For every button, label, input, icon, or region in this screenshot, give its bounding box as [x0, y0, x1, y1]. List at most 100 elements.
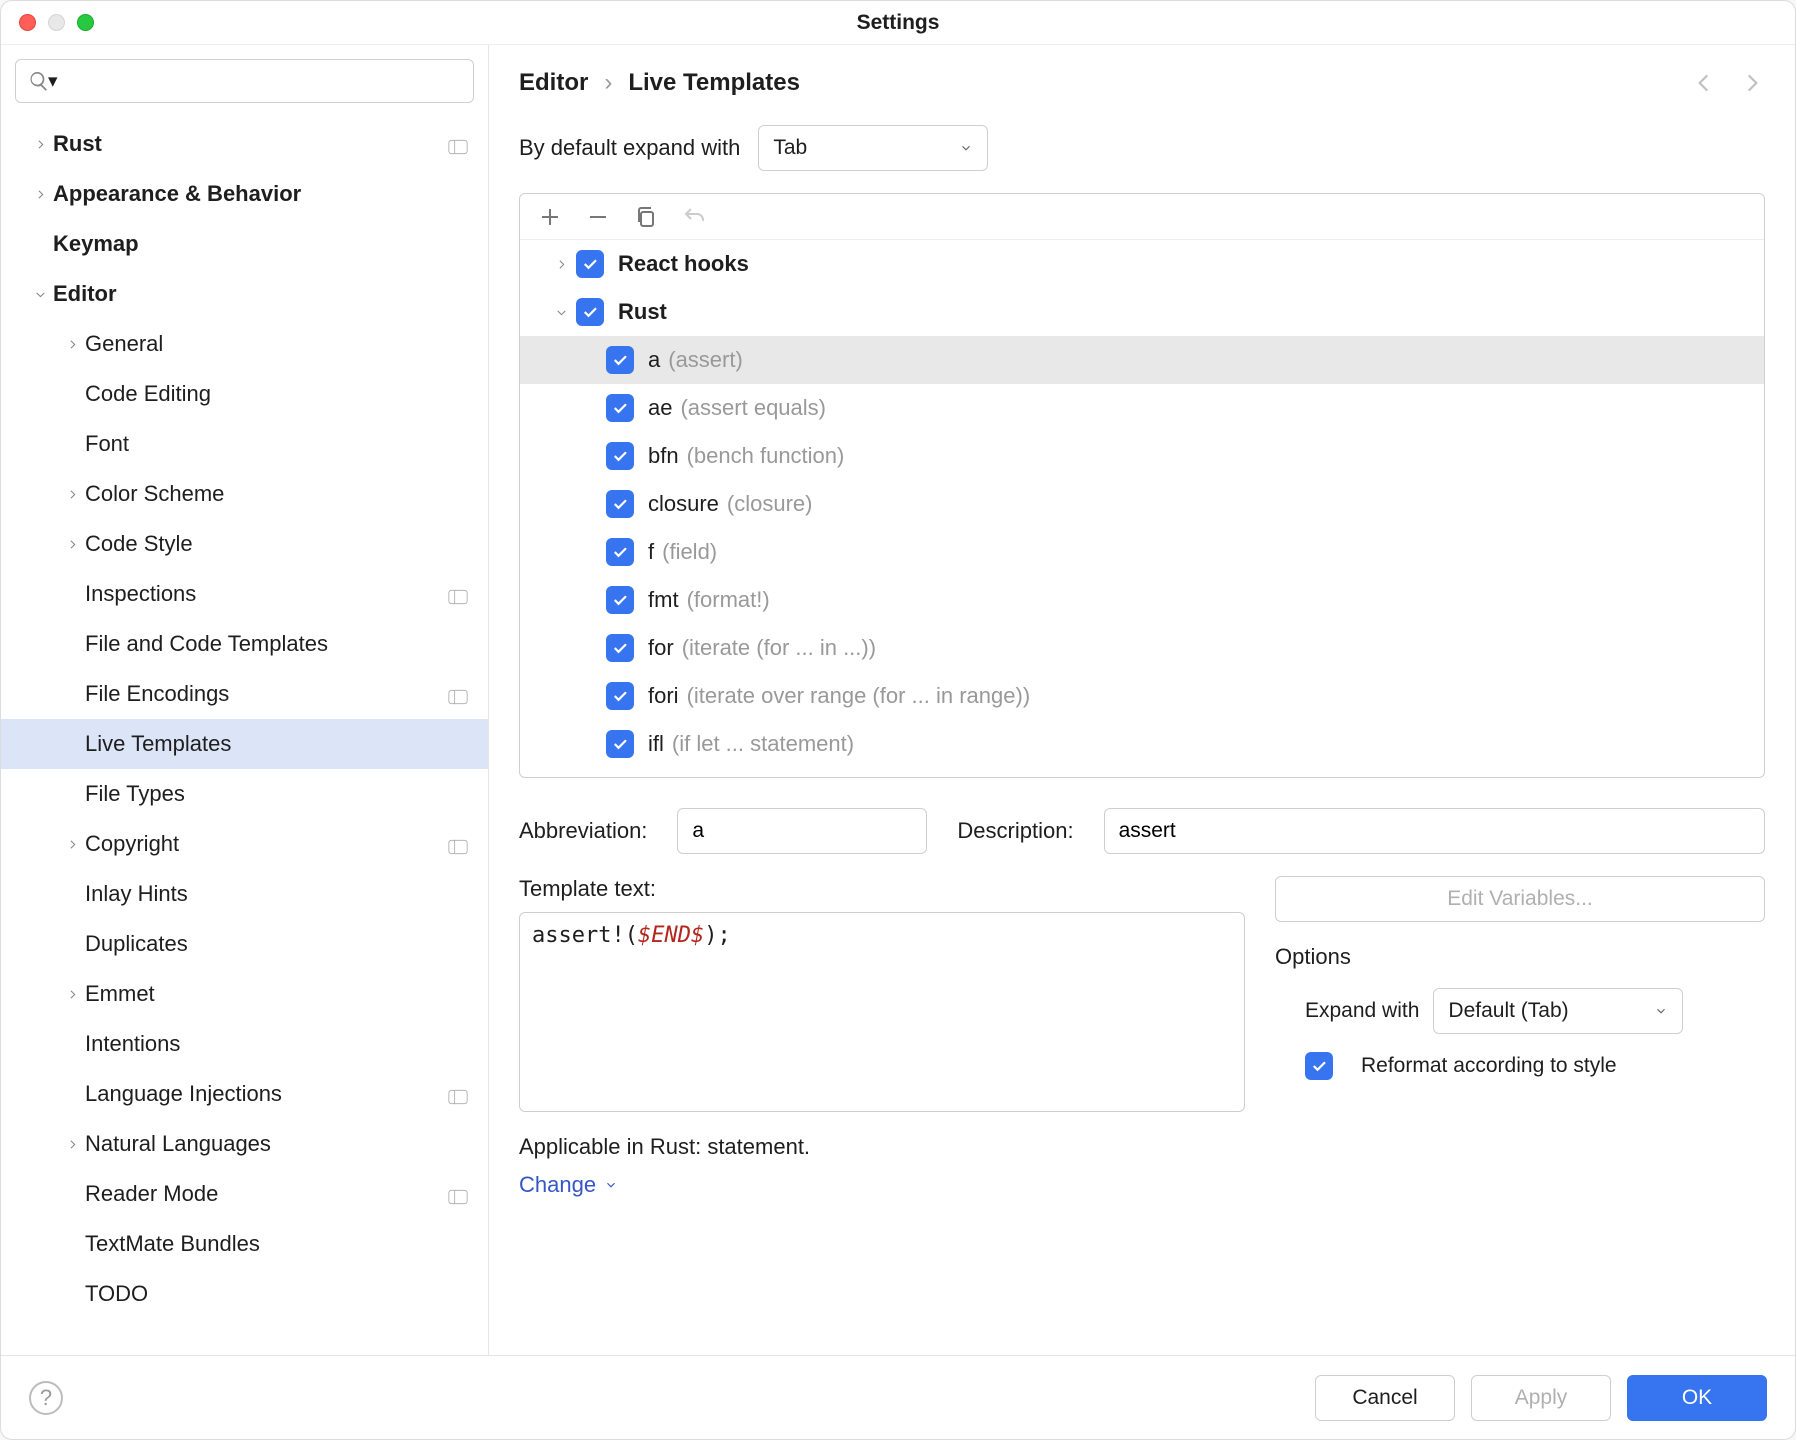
- sidebar-item-label: Emmet: [85, 981, 155, 1007]
- template-item[interactable]: ifl(if let ... statement): [520, 720, 1764, 768]
- sidebar-item[interactable]: Keymap: [1, 219, 488, 269]
- template-group-label: Rust: [618, 299, 667, 325]
- sidebar-item[interactable]: File Encodings: [1, 669, 488, 719]
- template-checkbox[interactable]: [606, 490, 634, 518]
- expand-with-default-select[interactable]: Tab: [758, 125, 988, 171]
- sidebar-item[interactable]: Copyright: [1, 819, 488, 869]
- applicable-context-label: Applicable in Rust: statement.: [519, 1134, 1245, 1160]
- template-group[interactable]: React hooks: [520, 240, 1764, 288]
- sidebar-item-label: TODO: [85, 1281, 148, 1307]
- template-item[interactable]: fmt(format!): [520, 576, 1764, 624]
- sidebar-item[interactable]: Editor: [1, 269, 488, 319]
- template-desc: (field): [662, 539, 717, 565]
- sidebar-item[interactable]: Reader Mode: [1, 1169, 488, 1219]
- chevron-right-icon[interactable]: [27, 188, 53, 201]
- sidebar-item-label: Code Style: [85, 531, 193, 557]
- template-checkbox[interactable]: [606, 730, 634, 758]
- sidebar-item-label: Keymap: [53, 231, 139, 257]
- template-item[interactable]: bfn(bench function): [520, 432, 1764, 480]
- template-item[interactable]: closure(closure): [520, 480, 1764, 528]
- expand-with-label: Expand with: [1305, 999, 1419, 1023]
- undo-icon[interactable]: [682, 205, 706, 229]
- close-window-button[interactable]: [19, 14, 36, 31]
- settings-tree[interactable]: RustAppearance & Behavior Keymap Editor Gen…: [1, 113, 488, 1355]
- sidebar-item-label: Inspections: [85, 581, 196, 607]
- project-badge-icon: [448, 135, 474, 154]
- template-checkbox[interactable]: [606, 634, 634, 662]
- window-title: Settings: [857, 11, 940, 35]
- sidebar-item[interactable]: Color Scheme: [1, 469, 488, 519]
- template-group[interactable]: Rust: [520, 288, 1764, 336]
- sidebar-item[interactable]: Appearance & Behavior: [1, 169, 488, 219]
- sidebar-item-label: Duplicates: [85, 931, 188, 957]
- sidebar-item[interactable]: General: [1, 319, 488, 369]
- chevron-right-icon[interactable]: [59, 988, 85, 1001]
- remove-icon[interactable]: [586, 205, 610, 229]
- chevron-down-icon[interactable]: [546, 306, 576, 319]
- sidebar-item[interactable]: Intentions: [1, 1019, 488, 1069]
- group-checkbox[interactable]: [576, 250, 604, 278]
- breadcrumb-root[interactable]: Editor: [519, 69, 588, 97]
- chevron-right-icon[interactable]: [59, 488, 85, 501]
- template-item[interactable]: f (field): [520, 528, 1764, 576]
- reformat-checkbox[interactable]: [1305, 1052, 1333, 1080]
- sidebar-item[interactable]: Code Style: [1, 519, 488, 569]
- template-text-editor[interactable]: assert!($END$);: [519, 912, 1245, 1112]
- zoom-window-button[interactable]: [77, 14, 94, 31]
- chevron-right-icon[interactable]: [27, 138, 53, 151]
- change-context-link[interactable]: Change: [519, 1172, 1245, 1198]
- template-checkbox[interactable]: [606, 538, 634, 566]
- sidebar-item[interactable]: Font: [1, 419, 488, 469]
- window-controls: [19, 14, 94, 31]
- chevron-right-icon[interactable]: [59, 338, 85, 351]
- templates-tree[interactable]: React hooks Rust a(assert)ae(assert equals…: [520, 240, 1764, 777]
- template-item[interactable]: ae(assert equals): [520, 384, 1764, 432]
- sidebar-item[interactable]: Emmet: [1, 969, 488, 1019]
- expand-with-select[interactable]: Default (Tab): [1433, 988, 1683, 1034]
- forward-icon[interactable]: [1739, 70, 1765, 96]
- sidebar-item[interactable]: Rust: [1, 119, 488, 169]
- chevron-right-icon[interactable]: [59, 538, 85, 551]
- help-button[interactable]: ?: [29, 1381, 63, 1415]
- template-item[interactable]: fori(iterate over range (for ... in rang…: [520, 672, 1764, 720]
- copy-icon[interactable]: [634, 205, 658, 229]
- template-abbr: closure: [648, 491, 719, 517]
- sidebar-item[interactable]: Duplicates: [1, 919, 488, 969]
- minimize-window-button[interactable]: [48, 14, 65, 31]
- sidebar-item[interactable]: Language Injections: [1, 1069, 488, 1119]
- breadcrumb: Editor › Live Templates: [519, 69, 1765, 97]
- template-checkbox[interactable]: [606, 394, 634, 422]
- edit-variables-button[interactable]: Edit Variables...: [1275, 876, 1765, 922]
- ok-button[interactable]: OK: [1627, 1375, 1767, 1421]
- apply-button[interactable]: Apply: [1471, 1375, 1611, 1421]
- sidebar-item[interactable]: Natural Languages: [1, 1119, 488, 1169]
- back-icon[interactable]: [1691, 70, 1717, 96]
- sidebar-item[interactable]: File and Code Templates: [1, 619, 488, 669]
- template-checkbox[interactable]: [606, 682, 634, 710]
- chevron-right-icon[interactable]: [59, 838, 85, 851]
- template-checkbox[interactable]: [606, 586, 634, 614]
- template-abbr: f: [648, 539, 654, 565]
- chevron-right-icon[interactable]: [59, 1138, 85, 1151]
- sidebar-item[interactable]: Code Editing: [1, 369, 488, 419]
- template-checkbox[interactable]: [606, 346, 634, 374]
- sidebar-item-label: General: [85, 331, 163, 357]
- search-input[interactable]: ▾: [15, 59, 474, 103]
- description-input[interactable]: [1104, 808, 1765, 854]
- group-checkbox[interactable]: [576, 298, 604, 326]
- sidebar-item[interactable]: Live Templates: [1, 719, 488, 769]
- chevron-right-icon[interactable]: [546, 258, 576, 271]
- sidebar-item[interactable]: Inspections: [1, 569, 488, 619]
- sidebar-item[interactable]: File Types: [1, 769, 488, 819]
- template-item[interactable]: a(assert): [520, 336, 1764, 384]
- sidebar-item[interactable]: Inlay Hints: [1, 869, 488, 919]
- description-label: Description:: [957, 818, 1073, 844]
- chevron-down-icon[interactable]: [27, 288, 53, 301]
- sidebar-item[interactable]: TextMate Bundles: [1, 1219, 488, 1269]
- sidebar-item[interactable]: TODO: [1, 1269, 488, 1319]
- template-checkbox[interactable]: [606, 442, 634, 470]
- cancel-button[interactable]: Cancel: [1315, 1375, 1455, 1421]
- template-item[interactable]: for(iterate (for ... in ...)): [520, 624, 1764, 672]
- add-icon[interactable]: [538, 205, 562, 229]
- abbreviation-input[interactable]: [677, 808, 927, 854]
